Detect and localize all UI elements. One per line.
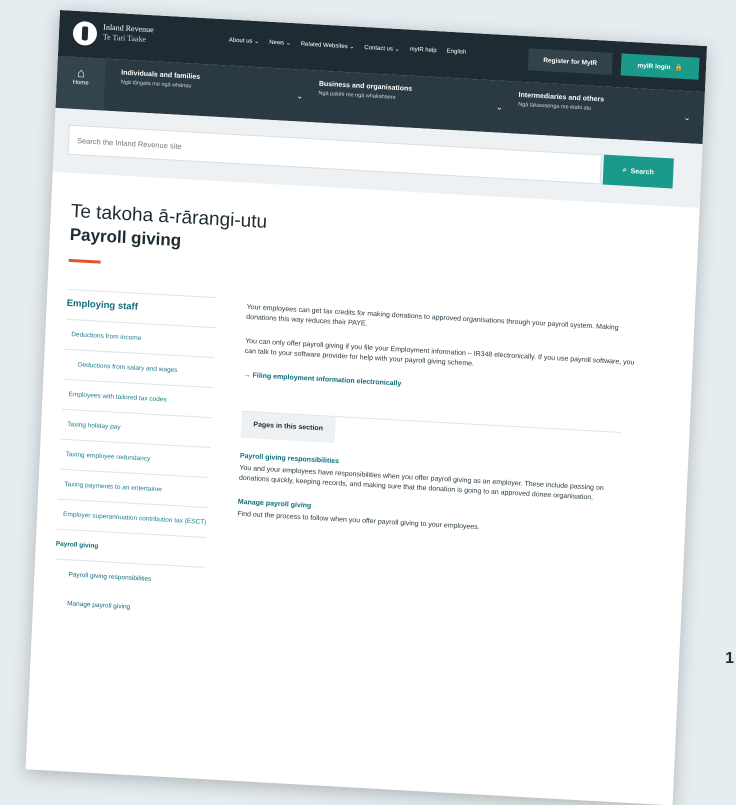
search-icon: ⌕	[622, 166, 627, 174]
filing-link-label: Filing employment information electronic…	[252, 372, 402, 388]
chevron-down-icon[interactable]: ⌄	[296, 91, 303, 100]
home-label: Home	[72, 79, 89, 87]
nav-language[interactable]: English	[446, 49, 466, 57]
home-icon: ⌂	[76, 65, 86, 81]
nav-about-us[interactable]: About us ⌄	[229, 36, 260, 45]
logo-text[interactable]: Inland Revenue Te Tari Taake	[103, 22, 154, 45]
ir348-paragraph: You can only offer payroll giving if you…	[244, 337, 635, 368]
ird-logo-icon[interactable]	[72, 20, 98, 47]
nav-news[interactable]: News ⌄	[269, 39, 291, 47]
arrow-right-icon: →	[243, 371, 253, 380]
list-item: Payroll giving responsibilities You and …	[239, 452, 620, 505]
chevron-down-icon[interactable]: ⌄	[684, 113, 691, 122]
page-title: Payroll giving	[69, 224, 182, 251]
nav-related-websites[interactable]: Related Websites ⌄	[301, 40, 355, 50]
nav-myir-help[interactable]: myIR help	[409, 47, 437, 56]
list-item: Manage payroll giving Find out the proce…	[237, 498, 617, 541]
login-button[interactable]: myIR login 🔒	[620, 53, 700, 80]
pages-heading: Pages in this section	[240, 411, 336, 443]
category-subtitle: Ngā pakihi me ngā whakahaere	[318, 90, 396, 101]
main-content: Your employees can get tax credits for m…	[237, 303, 646, 542]
sidebar: Employing staff Deductions from income D…	[52, 288, 218, 626]
search-button-label: Search	[630, 167, 655, 176]
category-business[interactable]: Business and organisations Ngā pakihi me…	[318, 81, 412, 102]
register-button[interactable]: Register for MyIR	[527, 48, 613, 75]
category-subtitle: Ngā takawaenga me ētahi atu	[518, 101, 592, 112]
title-accent-line	[68, 258, 101, 264]
category-intermediaries[interactable]: Intermediaries and others Ngā takawaenga…	[518, 92, 604, 113]
search-button[interactable]: ⌕ Search	[602, 154, 674, 189]
logo-subtitle: Te Tari Taake	[102, 32, 147, 44]
page-number: 1	[725, 650, 734, 667]
category-subtitle: Ngā tāngata me ngā whānau	[120, 79, 192, 90]
document-page: Inland Revenue Te Tari Taake About us ⌄ …	[25, 10, 708, 805]
login-label: myIR login	[637, 61, 671, 71]
chevron-down-icon[interactable]: ⌄	[496, 102, 503, 111]
category-individuals[interactable]: Individuals and families Ngā tāngata me …	[121, 70, 201, 90]
top-nav: About us ⌄ News ⌄ Related Websites ⌄ Con…	[229, 36, 467, 56]
lock-icon: 🔒	[674, 64, 683, 72]
intro-paragraph: Your employees can get tax credits for m…	[246, 303, 619, 332]
search-input[interactable]	[67, 124, 603, 185]
pages-in-section: Pages in this section Payroll giving res…	[237, 410, 622, 541]
nav-contact-us[interactable]: Contact us ⌄	[364, 44, 400, 53]
home-button[interactable]: ⌂ Home	[55, 55, 106, 111]
